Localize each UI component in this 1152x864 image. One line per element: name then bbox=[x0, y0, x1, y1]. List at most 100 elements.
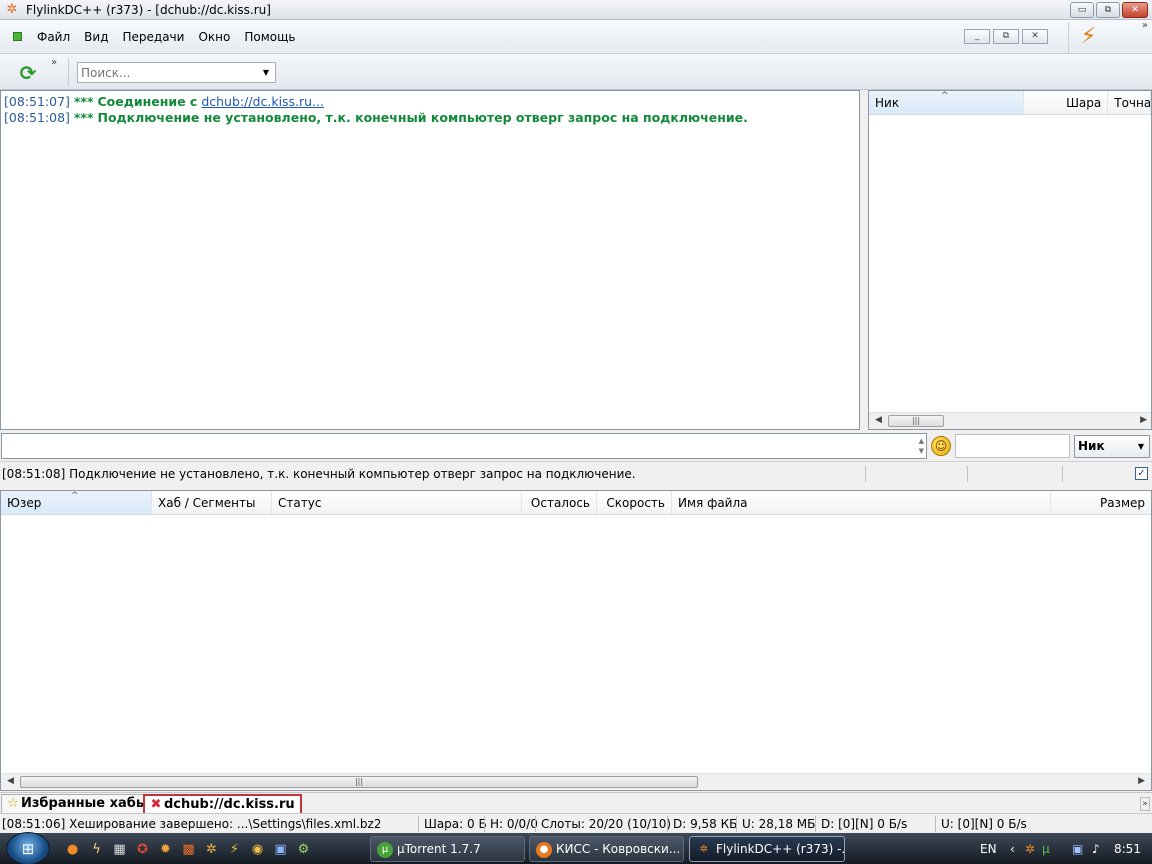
message-input[interactable] bbox=[2, 434, 907, 458]
dropdown-arrow-icon[interactable]: ▼ bbox=[258, 68, 274, 77]
clock[interactable]: 8:51 bbox=[1114, 841, 1141, 857]
hubs-status: H: 0/0/0 bbox=[490, 817, 538, 831]
scroll-right-icon[interactable]: ▶ bbox=[1140, 415, 1147, 425]
start-button[interactable]: ⊞ bbox=[6, 832, 50, 864]
column-user[interactable]: Юзер ^ bbox=[1, 491, 152, 514]
save-icon[interactable]: ▣ bbox=[272, 841, 289, 858]
scrollbar-thumb[interactable]: ||| bbox=[888, 415, 944, 427]
user-list[interactable]: Ник ^ Шара Точная ◀ ||| ▶ bbox=[868, 90, 1152, 430]
lightning-icon[interactable]: ⚡ bbox=[1068, 22, 1108, 54]
user-filter-box[interactable] bbox=[955, 434, 1070, 458]
window-controls: ▭ ⧉ ✕ bbox=[1070, 2, 1148, 18]
tray-utorrent-icon[interactable]: µ bbox=[1042, 841, 1050, 857]
message-input-row: ▲ ▼ ☺ Ник ▼ bbox=[0, 432, 1152, 460]
flylink-quicklaunch-icon[interactable]: ✲ bbox=[203, 841, 220, 858]
calendar-icon[interactable]: ▩ bbox=[180, 841, 197, 858]
hub-link[interactable]: dchub://dc.kiss.ru... bbox=[201, 94, 324, 109]
column-filename[interactable]: Имя файла bbox=[672, 491, 1051, 514]
language-indicator[interactable]: EN bbox=[980, 841, 997, 857]
hashing-status: [08:51:06] Хеширование завершено: ...\Se… bbox=[2, 817, 380, 831]
show-users-checkbox[interactable]: ✓ bbox=[1135, 467, 1148, 480]
uploaded-status: U: 28,18 МБ bbox=[742, 817, 816, 831]
chat-log[interactable]: [08:51:07] *** Соединение с dchub://dc.k… bbox=[0, 90, 860, 430]
smiley-icon[interactable]: ☺ bbox=[931, 436, 951, 456]
tab-label: dchub://dc.kiss.ru bbox=[164, 797, 295, 812]
column-speed[interactable]: Скорость bbox=[597, 491, 672, 514]
firefox-icon[interactable]: ● bbox=[64, 841, 81, 858]
taskbar: ⊞ ● ϟ ▦ ✪ ✹ ▩ ✲ ⚡ ◉ ▣ ⚙ µ µTorrent 1.7.7 … bbox=[0, 832, 1152, 864]
maximize-button[interactable]: ⧉ bbox=[1096, 2, 1120, 18]
sort-ascending-icon: ^ bbox=[71, 491, 79, 501]
menu-transfers[interactable]: Передачи bbox=[115, 28, 191, 46]
flylink-icon: ✲ bbox=[699, 843, 709, 855]
antivirus-icon[interactable]: ✪ bbox=[134, 841, 151, 858]
settings-icon[interactable]: ✹ bbox=[157, 841, 174, 858]
column-share[interactable]: Шара bbox=[1024, 91, 1109, 114]
lightning-quicklaunch-icon[interactable]: ⚡ bbox=[226, 841, 243, 858]
tray-expand-icon[interactable]: ‹ bbox=[1010, 841, 1015, 857]
media-icon[interactable]: ▦ bbox=[111, 841, 128, 858]
disconnected-icon: ✖ bbox=[150, 797, 162, 812]
column-remaining[interactable]: Осталось bbox=[522, 491, 597, 514]
mdi-restore-button[interactable]: ⧉ bbox=[993, 29, 1019, 44]
refresh-icon[interactable]: ⟳ bbox=[17, 62, 39, 84]
app-quicklaunch-icon[interactable]: ◉ bbox=[249, 841, 266, 858]
tabs-chevron-icon[interactable]: » bbox=[1140, 797, 1150, 811]
minimize-button[interactable]: ▭ bbox=[1070, 2, 1094, 18]
mdi-minimize-button[interactable]: _ bbox=[964, 29, 990, 44]
tool-icon[interactable]: ⚙ bbox=[295, 841, 312, 858]
status-divider bbox=[967, 466, 968, 482]
menu-help[interactable]: Помощь bbox=[237, 28, 302, 46]
task-utorrent[interactable]: µ µTorrent 1.7.7 bbox=[370, 836, 525, 862]
column-hub-segments[interactable]: Хаб / Сегменты bbox=[152, 491, 272, 514]
transfer-list-scrollbar[interactable]: ◀ ||| ▶ bbox=[1, 773, 1151, 790]
status-divider bbox=[1062, 466, 1063, 482]
scrollbar-thumb[interactable]: ||| bbox=[20, 776, 698, 788]
status-divider bbox=[736, 816, 737, 832]
downloaded-status: D: 9,58 КБ bbox=[673, 817, 738, 831]
star-icon: ☆ bbox=[7, 796, 19, 811]
mdi-close-button[interactable]: ✕ bbox=[1022, 29, 1048, 44]
task-firefox[interactable]: ● КИСС - Ковровски... bbox=[529, 836, 684, 862]
filter-column-label: Ник bbox=[1078, 439, 1105, 453]
search-input[interactable] bbox=[78, 63, 258, 82]
status-divider bbox=[535, 816, 536, 832]
task-label: µTorrent 1.7.7 bbox=[397, 842, 481, 856]
menu-view[interactable]: Вид bbox=[77, 28, 115, 46]
column-nick[interactable]: Ник ^ bbox=[869, 91, 1024, 114]
tray-flylink-icon[interactable]: ✲ bbox=[1025, 841, 1035, 857]
mdi-controls: _ ⧉ ✕ bbox=[964, 29, 1048, 44]
column-user-label: Юзер bbox=[7, 496, 42, 510]
tab-favorite-hubs[interactable]: ☆ Избранные хабы bbox=[1, 794, 154, 813]
user-list-scrollbar[interactable]: ◀ ||| ▶ bbox=[869, 412, 1151, 429]
task-flylink[interactable]: ✲ FlylinkDC++ (r373) -... bbox=[689, 836, 845, 862]
column-exact[interactable]: Точная bbox=[1108, 91, 1151, 114]
chevron-right-icon[interactable]: » bbox=[1142, 20, 1148, 31]
search-combo[interactable]: ▼ bbox=[77, 62, 276, 83]
menu-file[interactable]: Файл bbox=[30, 28, 77, 46]
task-label: КИСС - Ковровски... bbox=[556, 842, 681, 856]
network-icon[interactable]: ▣ bbox=[1072, 841, 1083, 857]
status-divider bbox=[935, 816, 936, 832]
scroll-left-icon[interactable]: ◀ bbox=[7, 776, 14, 786]
message-input-box[interactable]: ▲ ▼ bbox=[1, 433, 927, 459]
user-filter-input[interactable] bbox=[956, 435, 1069, 457]
filter-column-select[interactable]: Ник ▼ bbox=[1074, 435, 1150, 458]
winamp-icon[interactable]: ϟ bbox=[88, 841, 105, 858]
column-size[interactable]: Размер bbox=[1051, 491, 1151, 514]
column-status[interactable]: Статус bbox=[272, 491, 522, 514]
volume-icon[interactable]: ♪ bbox=[1092, 841, 1100, 857]
status-divider bbox=[667, 816, 668, 832]
main-status-bar: [08:51:06] Хеширование завершено: ...\Se… bbox=[0, 813, 1152, 833]
scroll-left-icon[interactable]: ◀ bbox=[875, 415, 882, 425]
tab-hub[interactable]: ✖ dchub://dc.kiss.ru bbox=[143, 794, 302, 813]
chat-stars: *** bbox=[73, 94, 94, 109]
menu-window[interactable]: Окно bbox=[191, 28, 237, 46]
share-status: Шара: 0 Б bbox=[424, 817, 487, 831]
close-button[interactable]: ✕ bbox=[1122, 2, 1148, 18]
tab-label: Избранные хабы bbox=[21, 796, 148, 811]
spin-arrows-icon[interactable]: ▲ ▼ bbox=[919, 436, 924, 456]
scroll-right-icon[interactable]: ▶ bbox=[1138, 776, 1145, 786]
toolbar-chevron-icon[interactable]: » bbox=[51, 57, 57, 68]
transfer-list[interactable]: Юзер ^ Хаб / Сегменты Статус Осталось Ск… bbox=[0, 490, 1152, 791]
